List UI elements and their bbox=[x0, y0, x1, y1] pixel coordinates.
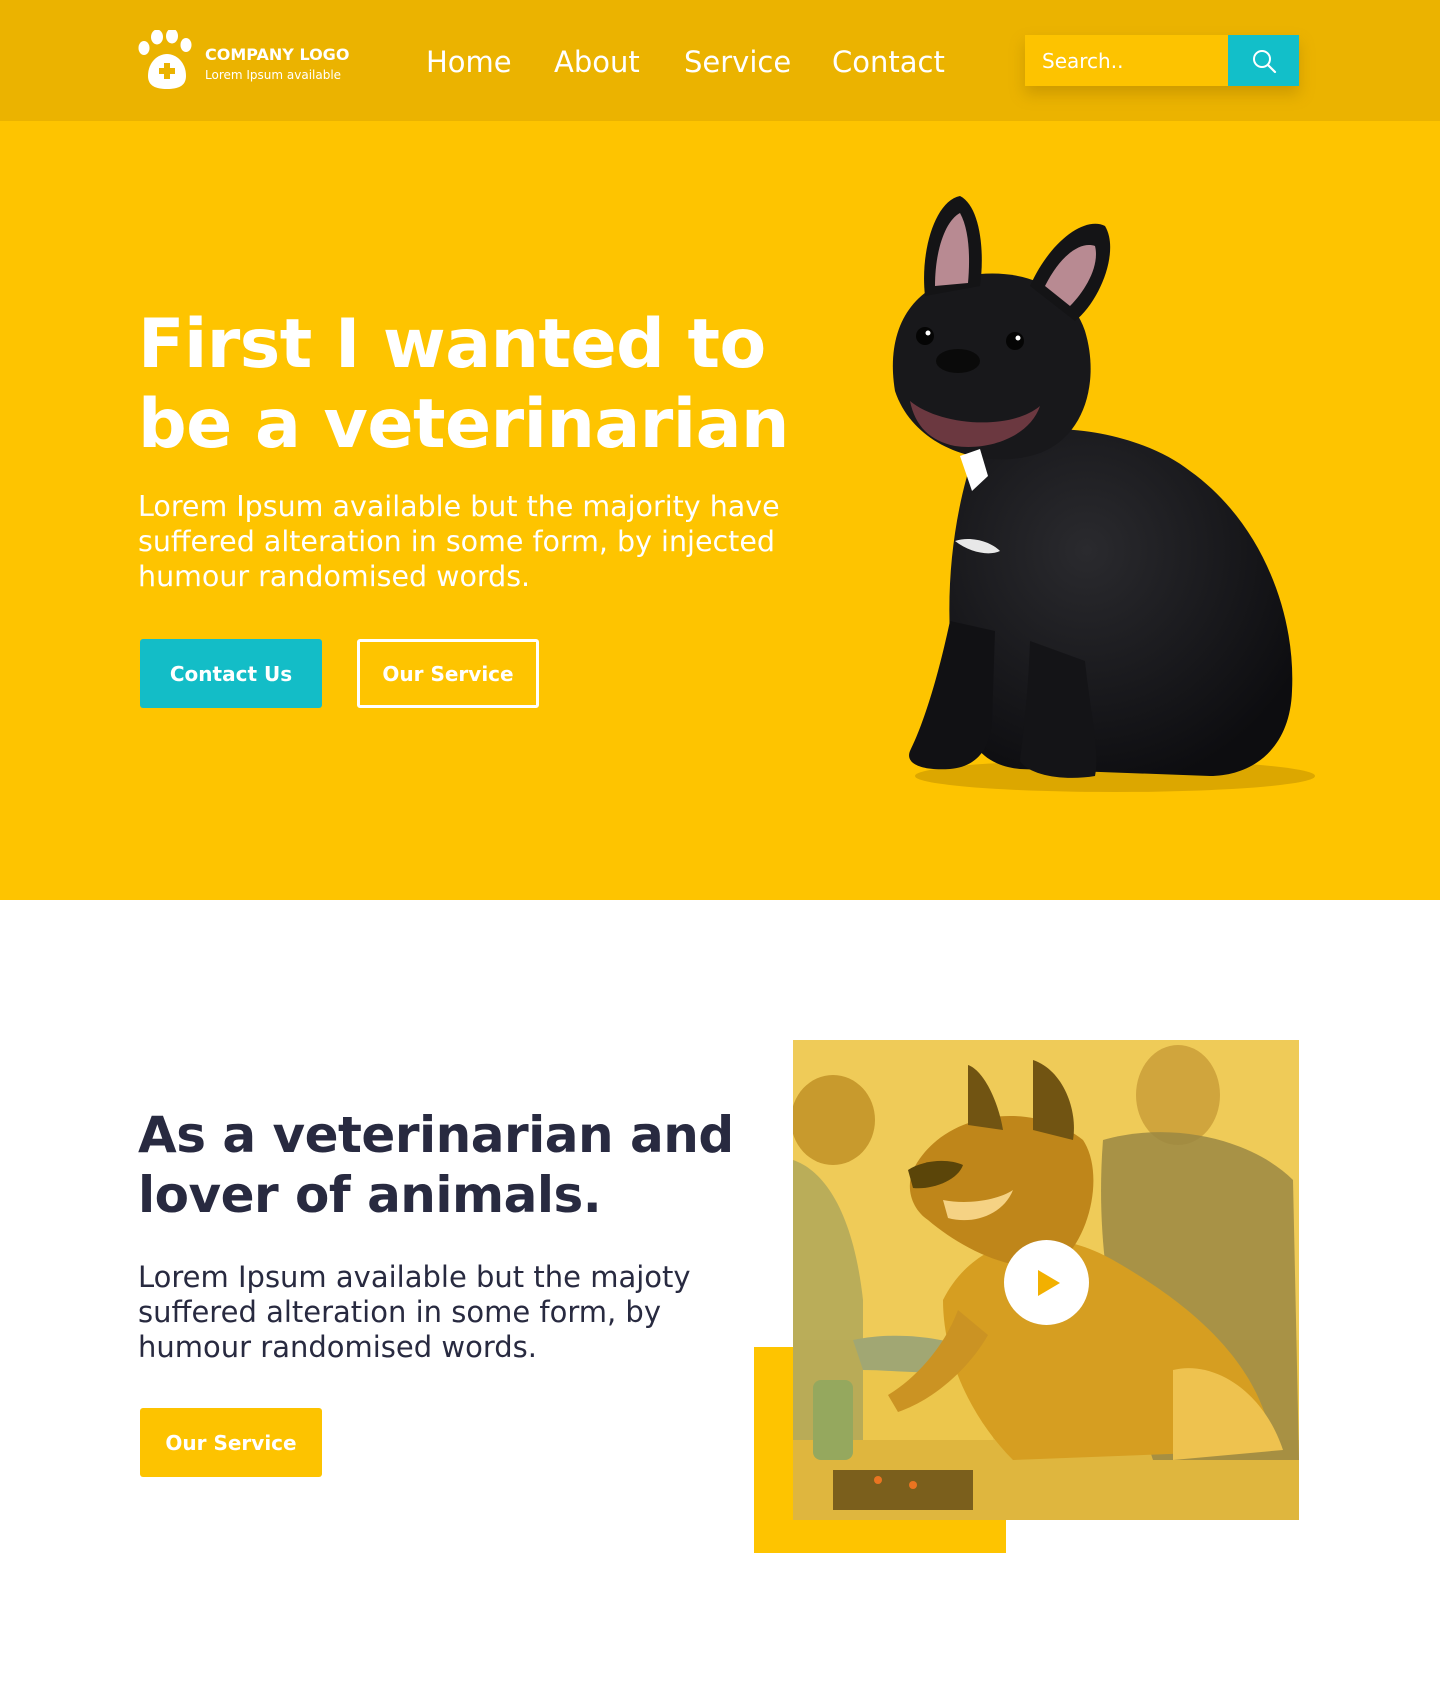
about-text: Lorem Ipsum available but the majoty suf… bbox=[138, 1260, 691, 1364]
logo-title: COMPANY LOGO bbox=[205, 45, 350, 64]
search-input[interactable] bbox=[1025, 35, 1228, 86]
video-thumbnail[interactable] bbox=[793, 1040, 1299, 1520]
about-title: As a veterinarian and lover of animals. bbox=[138, 1106, 734, 1224]
about-our-service-button[interactable]: Our Service bbox=[140, 1408, 322, 1477]
search-box bbox=[1025, 35, 1299, 86]
company-logo[interactable]: COMPANY LOGO Lorem Ipsum available bbox=[138, 30, 368, 92]
paw-plus-icon bbox=[138, 30, 192, 89]
hero-section: First I wanted to be a veterinarian Lore… bbox=[0, 121, 1440, 900]
contact-us-button[interactable]: Contact Us bbox=[140, 639, 322, 708]
search-button[interactable] bbox=[1228, 35, 1299, 86]
nav-contact[interactable]: Contact bbox=[832, 40, 945, 84]
french-bulldog-photo bbox=[892, 196, 1315, 792]
logo-subtitle: Lorem Ipsum available bbox=[205, 68, 342, 82]
play-icon bbox=[1037, 1269, 1060, 1296]
nav-about[interactable]: About bbox=[554, 40, 640, 84]
site-header: COMPANY LOGO Lorem Ipsum available Home … bbox=[0, 0, 1440, 121]
search-icon bbox=[1252, 49, 1276, 73]
nav-home[interactable]: Home bbox=[426, 40, 512, 84]
nav-service[interactable]: Service bbox=[684, 40, 791, 84]
hero-text: Lorem Ipsum available but the majority h… bbox=[138, 490, 780, 593]
hero-title: First I wanted to be a veterinarian bbox=[138, 305, 789, 464]
play-button[interactable] bbox=[1004, 1240, 1089, 1325]
hero-our-service-button[interactable]: Our Service bbox=[357, 639, 539, 708]
